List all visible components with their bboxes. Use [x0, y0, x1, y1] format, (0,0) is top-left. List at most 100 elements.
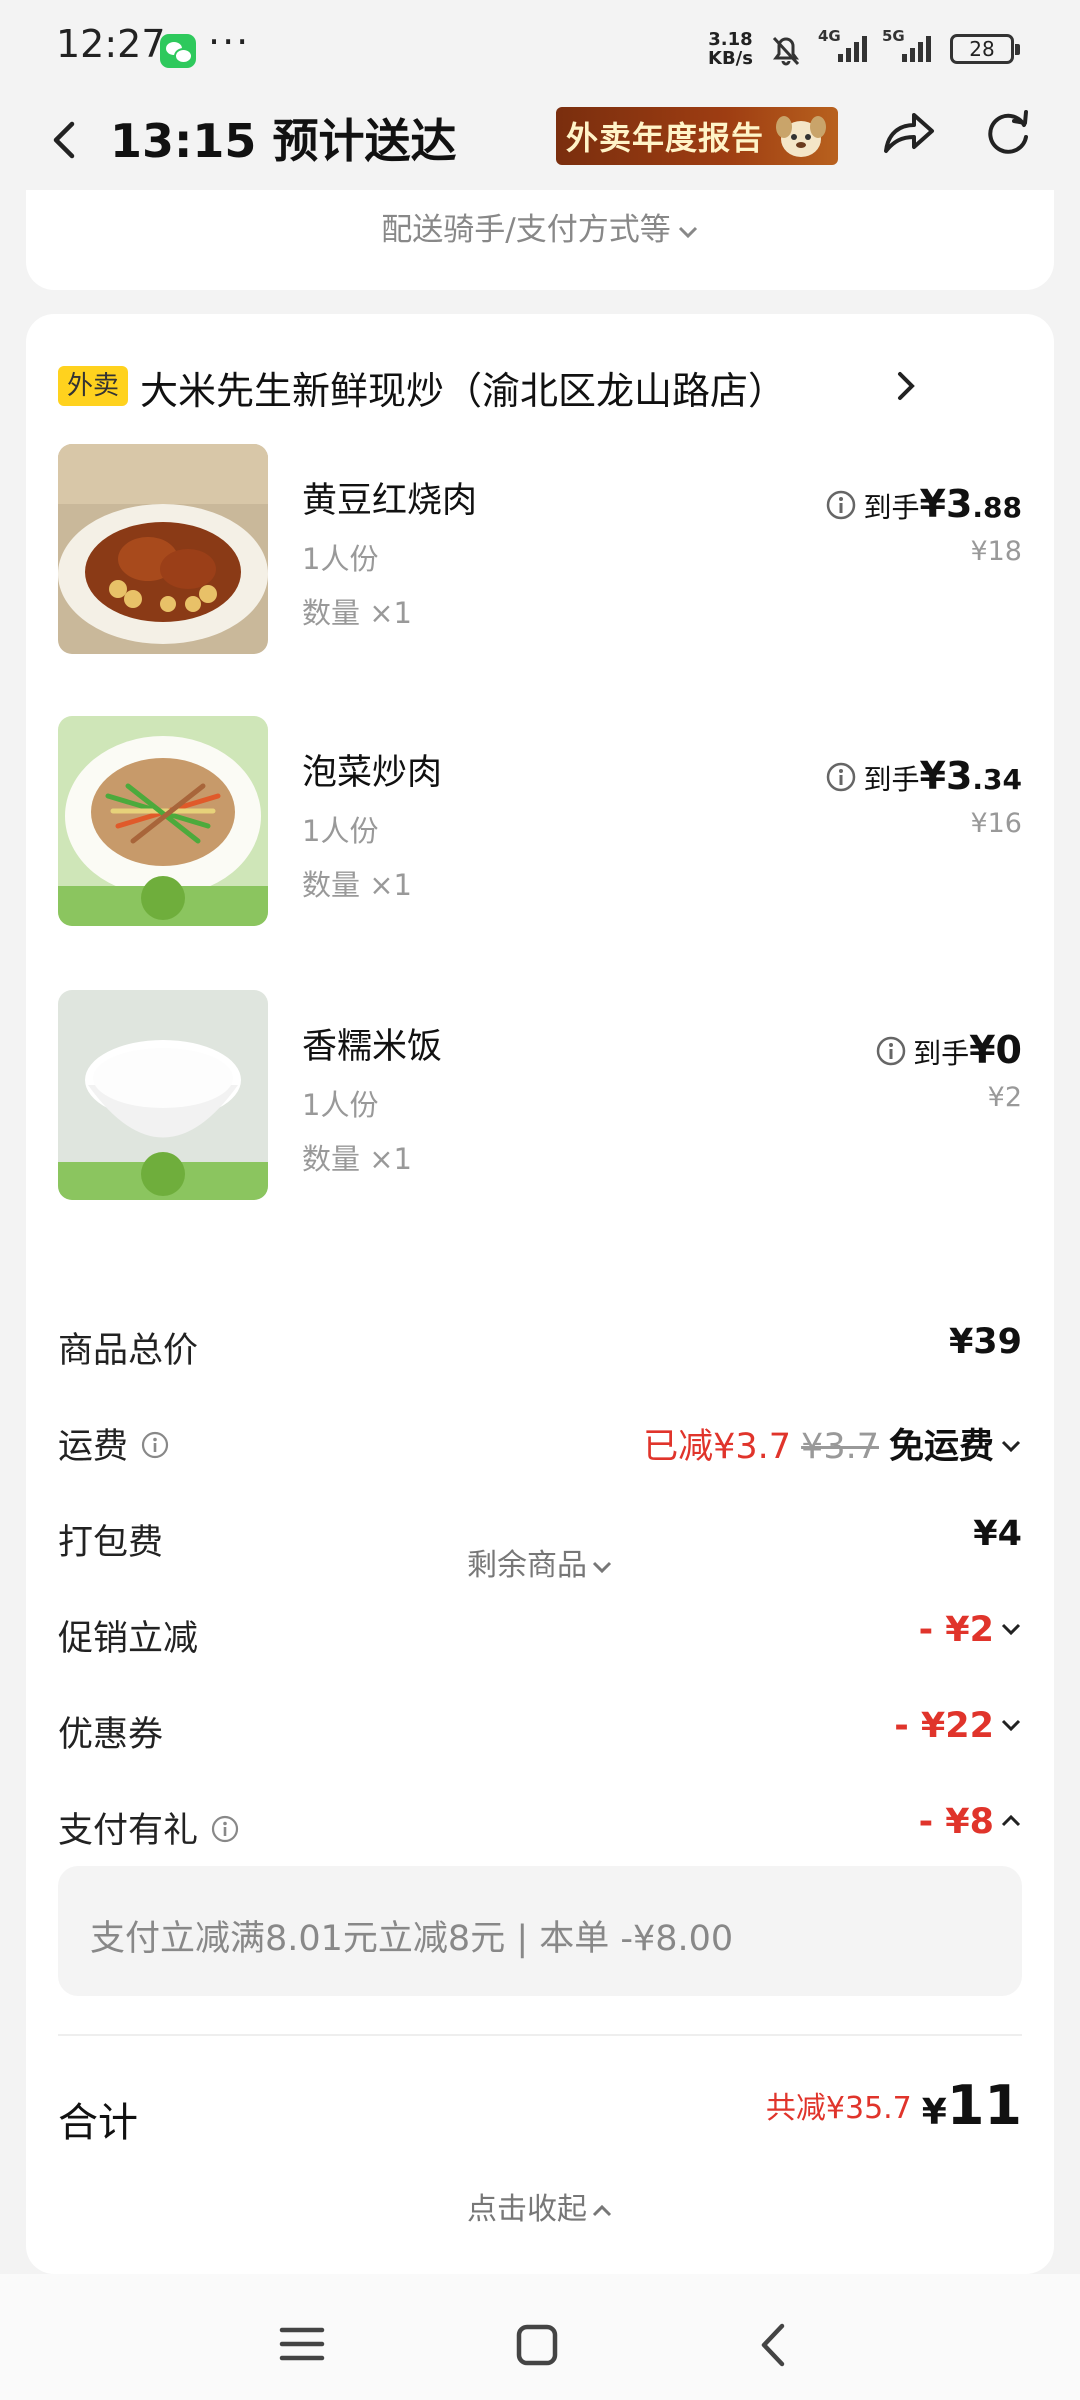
item-final-price: 到手¥3.34 — [825, 754, 1022, 798]
info-icon[interactable] — [875, 1035, 907, 1067]
chevron-down-icon — [678, 226, 697, 238]
home-icon[interactable] — [502, 2310, 572, 2380]
more-notifications-indicator: ··· — [208, 20, 251, 64]
chevron-right-icon — [898, 372, 915, 400]
delivery-info-card: 配送骑手/支付方式等 — [26, 190, 1054, 290]
refresh-icon[interactable] — [978, 103, 1038, 163]
item-name: 泡菜炒肉 — [302, 753, 443, 793]
annual-report-banner[interactable]: 外卖年度报告 — [556, 107, 838, 165]
fee-row-subtotal: 商品总价 ¥39 — [58, 1314, 1022, 1374]
network-speed: 3.18 KB/s — [708, 30, 753, 68]
item-quantity: 数量 ×1 — [302, 868, 412, 902]
coupon-value-group: - ¥22 — [894, 1706, 1022, 1746]
order-detail-card: 外卖 大米先生新鲜现炒（渝北区龙山路店） 黄豆红烧肉 1人份 数量 ×1 到手¥… — [26, 314, 1054, 2274]
price-integer: 3 — [945, 754, 973, 798]
wechat-notification-icon — [160, 34, 196, 68]
item-final-price: 到手¥3.88 — [825, 482, 1022, 526]
muted-bell-icon — [772, 36, 800, 66]
delivery-fee-reduced: 已减¥3.7 — [643, 1427, 792, 1467]
chevron-down-icon — [1001, 1440, 1021, 1453]
network-speed-unit: KB/s — [708, 48, 753, 69]
item-quantity: 数量 ×1 — [302, 1142, 412, 1176]
total-amount: 11 — [946, 2074, 1022, 2137]
delivery-fee-label: 运费 — [58, 1427, 129, 1467]
divider — [58, 2034, 1022, 2036]
price-integer: 0 — [995, 1028, 1022, 1072]
item-quantity: 数量 ×1 — [302, 596, 412, 630]
item-image-rice — [58, 990, 268, 1200]
nav-back-icon[interactable] — [740, 2310, 810, 2380]
annual-report-label: 外卖年度报告 — [566, 119, 765, 157]
delivery-fee-label-group: 运费 — [58, 1418, 170, 1469]
chevron-up-icon — [592, 2204, 612, 2217]
signal-4g-icon: 4G — [818, 28, 867, 62]
more-info-toggle[interactable]: 配送骑手/支付方式等 — [26, 204, 1054, 249]
item-final-price: 到手¥0 — [875, 1028, 1022, 1072]
item-portion: 1人份 — [302, 1088, 379, 1122]
total-value: 共减¥35.7 ¥11 — [766, 2074, 1022, 2137]
price-integer: 3 — [945, 482, 973, 526]
subtotal-value: ¥39 — [948, 1322, 1022, 1362]
pay-gift-label-group: 支付有礼 — [58, 1802, 240, 1853]
signal-5g-icon: 5G — [882, 28, 931, 62]
order-header: 13:15 预计送达 外卖年度报告 — [0, 95, 1080, 190]
pay-gift-detail: 支付立减满8.01元立减8元 | 本单 -¥8.00 — [58, 1866, 1022, 1996]
pay-gift-value-group: - ¥8 — [919, 1802, 1022, 1842]
total-saved: 共减¥35.7 — [765, 2091, 912, 2126]
network-speed-value: 3.18 — [708, 29, 753, 50]
order-item[interactable]: 黄豆红烧肉 1人份 数量 ×1 到手¥3.88 ¥18 — [58, 444, 1022, 654]
fee-row-packing: 打包费 ¥4 — [58, 1506, 1022, 1566]
info-icon[interactable] — [825, 489, 857, 521]
signal-4g-label: 4G — [818, 28, 841, 45]
menu-icon[interactable] — [262, 2314, 342, 2374]
fee-row-coupon[interactable]: 优惠券 - ¥22 — [58, 1698, 1022, 1758]
order-item[interactable]: 香糯米饭 1人份 数量 ×1 到手¥0 ¥2 — [58, 990, 1022, 1200]
subtotal-label: 商品总价 — [58, 1331, 199, 1371]
page-title: 13:15 预计送达 — [110, 114, 457, 168]
info-icon[interactable] — [825, 761, 857, 793]
item-portion: 1人份 — [302, 814, 379, 848]
delivery-tag: 外卖 — [58, 366, 128, 406]
price-decimal: .34 — [972, 763, 1022, 796]
item-original-price: ¥2 — [987, 1082, 1022, 1113]
item-image-pickled-pork — [58, 716, 268, 926]
price-prefix: 到手 — [863, 491, 920, 524]
info-icon[interactable] — [140, 1430, 170, 1460]
coupon-value: - ¥22 — [894, 1706, 994, 1746]
price-currency: ¥ — [919, 754, 946, 798]
chevron-up-icon — [1001, 1814, 1021, 1827]
delivery-fee-free: 免运费 — [888, 1427, 994, 1467]
collapse-label: 点击收起 — [467, 2192, 587, 2227]
system-nav-bar — [0, 2274, 1080, 2400]
price-prefix: 到手 — [913, 1037, 970, 1070]
price-currency: ¥ — [969, 1028, 996, 1072]
info-icon[interactable] — [210, 1814, 240, 1844]
fee-row-delivery[interactable]: 运费 已减¥3.7 ¥3.7 免运费 — [58, 1410, 1022, 1470]
more-info-label: 配送骑手/支付方式等 — [381, 212, 671, 248]
price-prefix: 到手 — [863, 763, 920, 796]
total-label: 合计 — [58, 2100, 138, 2146]
chevron-down-icon — [1001, 1623, 1021, 1636]
item-name: 香糯米饭 — [302, 1027, 443, 1067]
collapse-toggle[interactable]: 点击收起 — [26, 2184, 1054, 2228]
fee-row-pay-gift[interactable]: 支付有礼 - ¥8 — [58, 1794, 1022, 1854]
signal-5g-label: 5G — [882, 28, 905, 45]
order-item[interactable]: 泡菜炒肉 1人份 数量 ×1 到手¥3.34 ¥16 — [58, 716, 1022, 926]
status-time: 12:27 — [56, 22, 166, 66]
pay-gift-value: - ¥8 — [918, 1802, 994, 1842]
price-decimal: .88 — [972, 491, 1022, 524]
fee-row-promo[interactable]: 促销立减 - ¥2 — [58, 1602, 1022, 1662]
battery-icon: 28 — [950, 34, 1020, 64]
mascot-dog-icon — [776, 116, 826, 157]
store-name: 大米先生新鲜现炒（渝北区龙山路店） — [140, 369, 787, 413]
promo-value-group: - ¥2 — [919, 1610, 1022, 1650]
promo-label: 促销立减 — [58, 1619, 199, 1659]
total-currency: ¥ — [921, 2092, 947, 2133]
price-currency: ¥ — [919, 482, 946, 526]
promo-value: - ¥2 — [918, 1610, 994, 1650]
share-icon[interactable] — [878, 103, 938, 163]
delivery-fee-value: 已减¥3.7 ¥3.7 免运费 — [643, 1418, 1022, 1469]
back-arrow-icon[interactable] — [36, 110, 96, 170]
packing-fee-label: 打包费 — [58, 1523, 164, 1563]
delivery-fee-original: ¥3.7 — [801, 1427, 879, 1467]
